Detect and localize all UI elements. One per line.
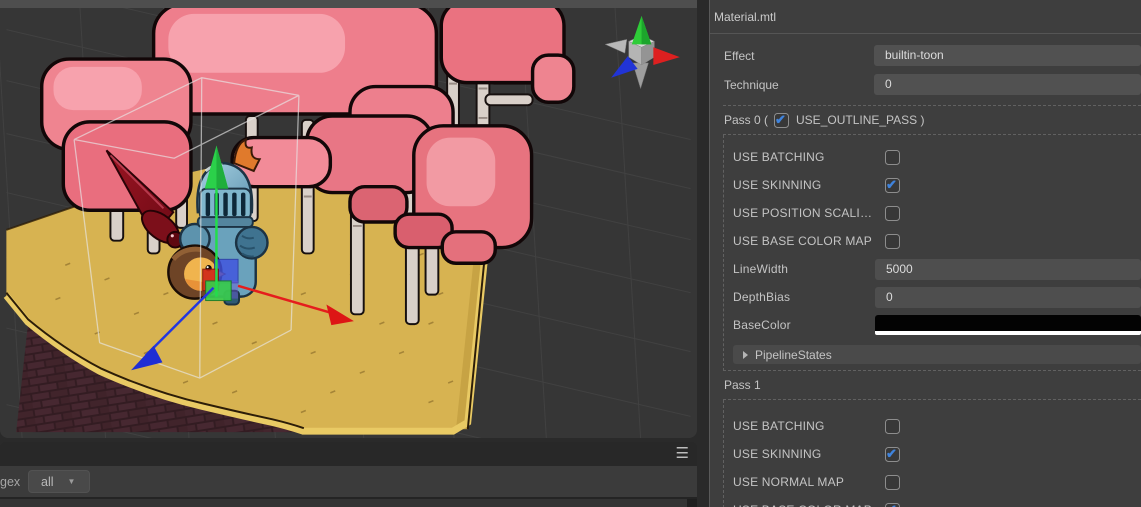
basecolor-row: BaseColor — [724, 311, 1141, 339]
console-footer — [0, 497, 697, 507]
chevron-down-icon: ▼ — [67, 477, 76, 486]
define-row: USE BASE COLOR MAP ✔ — [724, 496, 1141, 507]
console-header: ☰ — [0, 442, 697, 466]
use-batching-checkbox[interactable]: ✔ — [885, 419, 900, 434]
define-row: USE SKINNING ✔ — [724, 440, 1141, 468]
use-skinning-checkbox[interactable]: ✔ — [885, 177, 900, 193]
effect-label: Effect — [724, 48, 755, 63]
technique-row: Technique 0 — [710, 70, 1141, 99]
pass0-body: USE BATCHING ✔ USE SKINNING ✔ USE POSITI… — [723, 135, 1141, 371]
toolbar-strip — [0, 0, 697, 8]
use-position-scaling-checkbox[interactable]: ✔ — [885, 206, 900, 221]
define-row: USE BASE COLOR MAP ✔ — [724, 227, 1141, 255]
console-filter-bar: gex all ▼ — [0, 466, 697, 497]
define-row: USE POSITION SCALI… ✔ — [724, 199, 1141, 227]
technique-label: Technique — [724, 77, 779, 92]
regex-label: gex — [0, 475, 21, 489]
use-batching-checkbox[interactable]: ✔ — [885, 150, 900, 165]
scene-editor-column: ☰ gex all ▼ — [0, 0, 697, 507]
pass1-header: Pass 1 — [724, 378, 761, 392]
depthbias-input[interactable]: 0 — [875, 286, 1141, 308]
use-base-color-map-checkbox[interactable]: ✔ — [885, 502, 900, 507]
use-base-color-map-checkbox[interactable]: ✔ — [885, 234, 900, 249]
pass0-header: Pass 0 ( ✔ USE_OUTLINE_PASS ) — [723, 106, 1141, 135]
define-row: USE BATCHING ✔ — [724, 412, 1141, 440]
scene-viewport[interactable] — [0, 8, 697, 438]
use-normal-map-checkbox[interactable]: ✔ — [885, 475, 900, 490]
linewidth-row: LineWidth 5000 — [724, 255, 1141, 283]
scrollbar-corner[interactable] — [687, 499, 697, 507]
console-panel: ☰ gex all ▼ — [0, 442, 697, 507]
use-outline-pass-checkbox[interactable]: ✔ — [774, 112, 790, 128]
hamburger-menu-icon[interactable]: ☰ — [676, 445, 689, 463]
depthbias-row: DepthBias 0 — [724, 283, 1141, 311]
define-row: USE NORMAL MAP ✔ — [724, 468, 1141, 496]
technique-select[interactable]: 0 — [874, 74, 1141, 95]
define-row: USE BATCHING ✔ — [724, 143, 1141, 171]
effect-select[interactable]: builtin-toon — [874, 45, 1141, 66]
use-skinning-checkbox[interactable]: ✔ — [885, 446, 900, 462]
effect-row: Effect builtin-toon — [710, 41, 1141, 70]
define-row: USE SKINNING ✔ — [724, 171, 1141, 199]
basecolor-picker[interactable] — [875, 315, 1141, 335]
inspector-title: Material.mtl — [710, 0, 1141, 34]
linewidth-input[interactable]: 5000 — [875, 258, 1141, 280]
material-inspector: Material.mtl Effect builtin-toon Techniq… — [709, 0, 1141, 507]
pipeline-states-toggle[interactable]: PipelineStates — [733, 345, 1141, 364]
collapse-arrow-icon — [743, 350, 748, 359]
pass1-body: USE BATCHING ✔ USE SKINNING ✔ USE NORMAL… — [723, 400, 1141, 507]
use-outline-pass-label: USE_OUTLINE_PASS ) — [796, 113, 925, 127]
log-level-dropdown[interactable]: all ▼ — [28, 470, 90, 493]
